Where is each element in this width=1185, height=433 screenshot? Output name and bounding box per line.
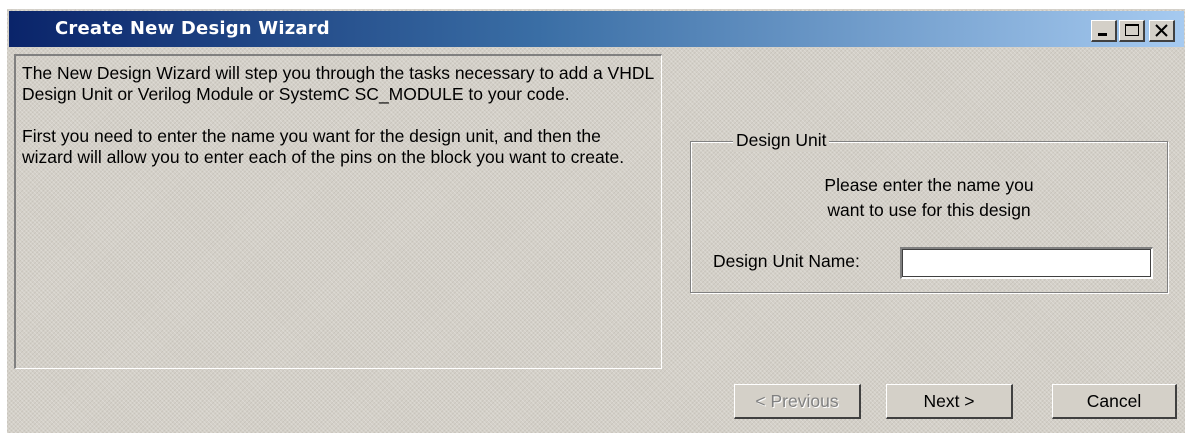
- cancel-button[interactable]: Cancel: [1052, 384, 1177, 419]
- title-bar[interactable]: Create New Design Wizard: [9, 11, 1184, 47]
- instruction-line-2: want to use for this design: [827, 200, 1031, 220]
- design-unit-name-label: Design Unit Name:: [713, 251, 860, 271]
- info-paragraph-1: The New Design Wizard will step you thro…: [22, 63, 654, 104]
- instruction-line-1: Please enter the name you: [824, 175, 1034, 195]
- next-button[interactable]: Next >: [886, 384, 1013, 419]
- window-title: Create New Design Wizard: [55, 18, 330, 39]
- info-panel: The New Design Wizard will step you thro…: [14, 54, 662, 369]
- design-unit-legend: Design Unit: [733, 130, 830, 151]
- design-unit-group: Design Unit Please enter the name you wa…: [690, 130, 1168, 293]
- info-paragraph-2: First you need to enter the name you wan…: [22, 126, 625, 167]
- minimize-button[interactable]: [1091, 20, 1117, 42]
- close-icon: [1155, 24, 1168, 37]
- maximize-button[interactable]: [1119, 20, 1145, 42]
- design-unit-name-input[interactable]: [900, 247, 1153, 279]
- maximize-icon: [1125, 24, 1139, 36]
- close-button[interactable]: [1149, 20, 1175, 42]
- previous-button[interactable]: < Previous: [734, 384, 861, 419]
- minimize-icon: [1098, 33, 1107, 36]
